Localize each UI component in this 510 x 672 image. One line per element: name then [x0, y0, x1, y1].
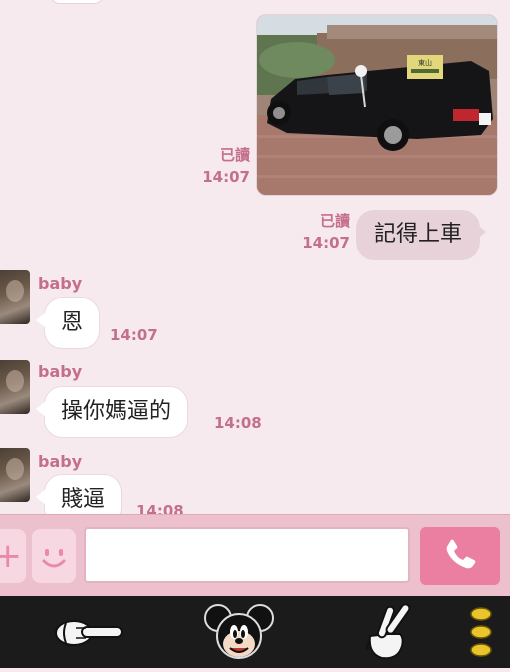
sender-name: baby — [38, 362, 83, 381]
message-input-bar: + — [0, 514, 510, 597]
message-time: 14:08 — [214, 414, 262, 432]
text-read-receipt: 已讀 14:07 — [296, 210, 350, 254]
sender-name: baby — [38, 274, 83, 293]
previous-message-bubble — [50, 0, 104, 4]
avatar[interactable] — [0, 448, 30, 502]
incoming-message-bubble[interactable]: 恩 — [35, 297, 101, 349]
plus-button[interactable]: + — [0, 529, 26, 583]
call-button[interactable] — [420, 527, 500, 585]
bottom-toolbar — [0, 596, 510, 668]
glove-pointing-icon — [55, 620, 123, 646]
message-input[interactable] — [84, 527, 410, 583]
sender-name: baby — [38, 452, 83, 471]
plus-icon: + — [0, 536, 22, 576]
emoji-button[interactable] — [32, 529, 76, 583]
avatar[interactable] — [0, 270, 30, 324]
mickey-button[interactable] — [200, 596, 278, 668]
phone-icon — [446, 539, 476, 569]
incoming-message-bubble[interactable]: 操你媽逼的 — [35, 386, 189, 438]
message-time: 14:07 — [202, 168, 250, 186]
glove-pointing-button[interactable] — [52, 596, 128, 668]
chat-area[interactable]: 東山 已讀 14:07 已讀 14:07 記得上車 baby 恩 14:07 b… — [0, 0, 510, 514]
incoming-message-bubble[interactable]: 賤逼 — [35, 474, 123, 514]
sent-photo[interactable]: 東山 — [256, 14, 498, 196]
hearse-photo: 東山 — [257, 15, 497, 195]
message-time: 14:07 — [302, 234, 350, 252]
glove-peace-button[interactable] — [358, 596, 418, 668]
outgoing-message-bubble[interactable]: 記得上車 — [356, 210, 487, 260]
avatar[interactable] — [0, 360, 30, 414]
glove-peace-icon — [366, 603, 411, 660]
message-time: 14:08 — [136, 502, 184, 514]
read-label: 已讀 — [219, 146, 250, 164]
more-dots-icon — [470, 607, 492, 657]
hearse-plate-text: 東山 — [418, 58, 432, 67]
image-read-receipt: 已讀 14:07 — [196, 144, 250, 188]
smile-icon — [42, 549, 66, 568]
more-button[interactable] — [466, 596, 496, 668]
mickey-icon — [204, 604, 274, 659]
message-time: 14:07 — [110, 326, 158, 344]
read-label: 已讀 — [319, 212, 350, 230]
